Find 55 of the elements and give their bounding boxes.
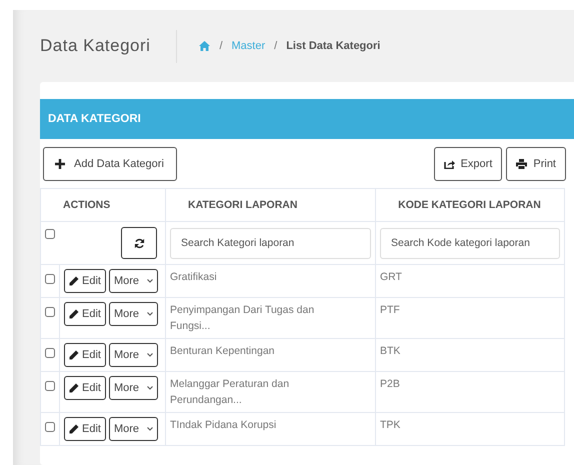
caret-icon	[147, 312, 154, 316]
search-field[interactable]: Search Kategori laporan	[170, 228, 371, 258]
pencil-icon	[69, 276, 79, 286]
table-cell-text: GRT	[380, 270, 402, 285]
more-dropdown[interactable]: More	[108, 376, 158, 400]
more-dropdown[interactable]: More	[108, 417, 158, 441]
export-button[interactable]: Export	[434, 147, 502, 181]
caret-icon	[147, 353, 154, 357]
edit-button[interactable]: Edit	[64, 302, 106, 326]
printer-icon	[516, 159, 528, 169]
page-title: Data Kategori	[40, 36, 150, 56]
row-checkbox[interactable]	[45, 348, 55, 358]
caret-icon	[147, 279, 154, 283]
row-checkbox[interactable]	[45, 422, 55, 432]
more-dropdown[interactable]: More	[108, 302, 158, 326]
panel-title: DATA KATEGORI	[48, 113, 141, 125]
table-cell-text: Melanggar Peraturan dan Perundangan...	[170, 377, 290, 408]
edit-button[interactable]: Edit	[64, 376, 106, 400]
breadcrumb-separator: /	[219, 40, 223, 52]
edit-button[interactable]: Edit	[64, 417, 106, 441]
home-icon[interactable]	[199, 41, 210, 51]
plus-icon	[55, 159, 65, 169]
table-cell-text: Gratifikasi	[170, 270, 217, 285]
breadcrumb-separator: /	[274, 40, 278, 52]
search-field[interactable]: Search Kode kategori laporan	[380, 228, 560, 258]
table-cell-text: Penyimpangan Dari Tugas dan Fungsi...	[170, 303, 316, 334]
pencil-icon	[69, 350, 79, 360]
add-button[interactable]: Add Data Kategori	[43, 147, 177, 181]
table-cell-text: TIndak Pidana Korupsi	[170, 418, 276, 433]
pencil-icon	[69, 383, 79, 393]
table-cell-text: BTK	[380, 344, 400, 359]
more-dropdown[interactable]: More	[108, 269, 158, 293]
edit-button[interactable]: Edit	[64, 269, 106, 293]
edit-button[interactable]: Edit	[64, 343, 106, 367]
row-checkbox[interactable]	[45, 307, 55, 317]
caret-icon	[147, 386, 154, 390]
pencil-icon	[69, 424, 79, 434]
print-button[interactable]: Print	[506, 147, 566, 181]
row-checkbox[interactable]	[45, 274, 55, 284]
column-header: ACTIONS	[63, 199, 110, 211]
select-all-checkbox[interactable]	[45, 229, 55, 239]
breadcrumb-current: List Data Kategori	[286, 40, 380, 52]
refresh-icon	[134, 238, 144, 248]
refresh-button[interactable]	[121, 227, 157, 259]
table-cell-text: PTF	[380, 303, 400, 318]
pencil-icon	[69, 309, 79, 319]
more-dropdown[interactable]: More	[108, 343, 158, 367]
table-cell-text: TPK	[380, 418, 400, 433]
column-header: KATEGORI LAPORAN	[188, 199, 298, 211]
caret-icon	[147, 427, 154, 431]
export-icon	[444, 159, 455, 169]
row-checkbox[interactable]	[45, 381, 55, 391]
table-cell-text: P2B	[380, 377, 400, 392]
table-cell-text: Benturan Kepentingan	[170, 344, 275, 359]
column-header: KODE KATEGORI LAPORAN	[398, 199, 541, 211]
